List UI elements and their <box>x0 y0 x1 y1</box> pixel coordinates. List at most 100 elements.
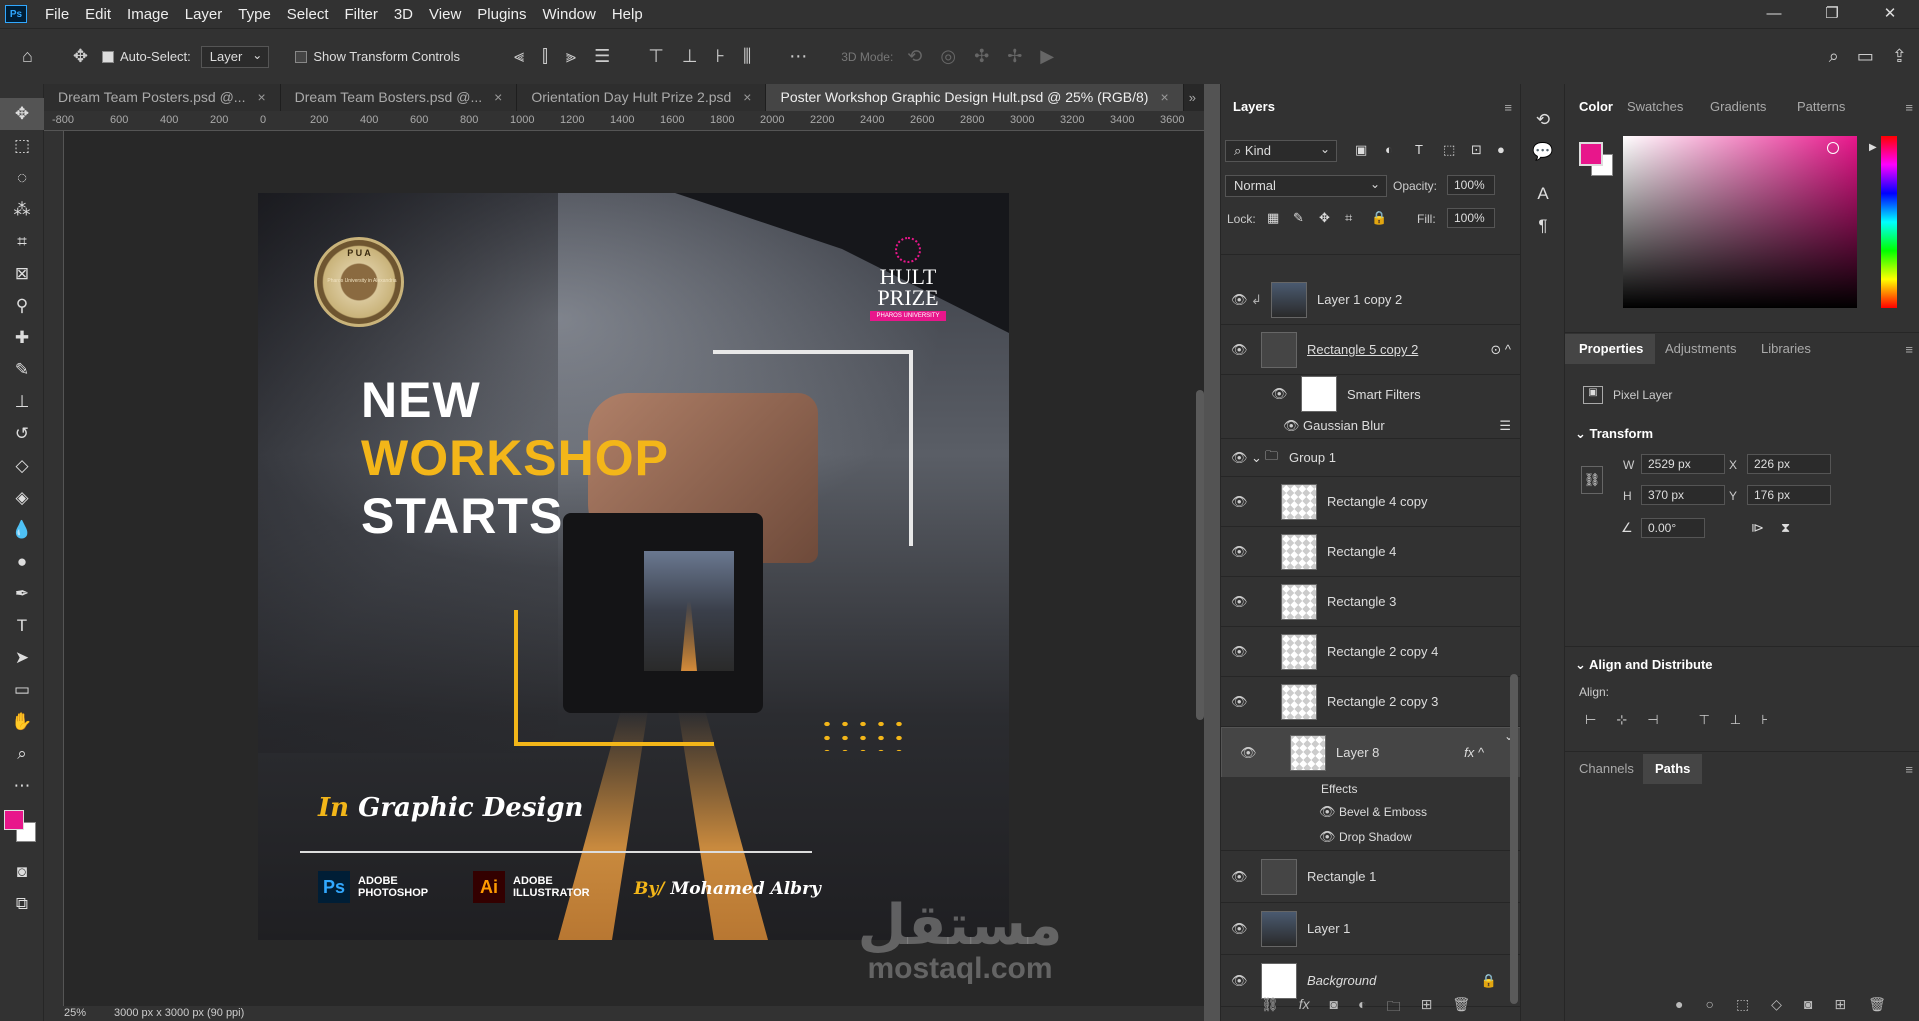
stroke-path-icon[interactable]: ○ <box>1705 996 1713 1013</box>
hue-slider[interactable] <box>1881 136 1897 308</box>
visibility-eye-icon[interactable]: 👁 <box>1319 829 1339 845</box>
tab-gradients[interactable]: Gradients <box>1698 92 1778 122</box>
rectangle-tool-icon[interactable]: ▭ <box>0 674 44 706</box>
tab-layers[interactable]: Layers <box>1221 92 1287 122</box>
search-icon[interactable]: ⌕ <box>1825 46 1843 67</box>
paint-bucket-tool-icon[interactable]: ◈ <box>0 482 44 514</box>
minimize-button[interactable]: — <box>1745 0 1803 28</box>
width-input[interactable]: 2529 px <box>1641 454 1725 474</box>
crop-tool-icon[interactable]: ⌗ <box>0 226 44 258</box>
foreground-color-swatch[interactable] <box>1579 142 1603 166</box>
align-left-icon[interactable]: ⊢ <box>1585 712 1596 728</box>
brush-tool-icon[interactable]: ✎ <box>0 354 44 386</box>
more-options-icon[interactable]: ⋯ <box>785 46 811 67</box>
fill-path-icon[interactable]: ● <box>1675 996 1683 1013</box>
magic-wand-tool-icon[interactable]: ⁂ <box>0 194 44 226</box>
hand-tool-icon[interactable]: ✋ <box>0 706 44 738</box>
tab-swatches[interactable]: Swatches <box>1615 92 1695 122</box>
align-distribute-header[interactable]: ⌄ Align and Distribute <box>1575 657 1713 673</box>
link-dimensions-icon[interactable]: ⛓ <box>1581 466 1603 494</box>
angle-input[interactable]: 0.00° <box>1641 518 1705 538</box>
height-input[interactable]: 370 px <box>1641 485 1725 505</box>
lasso-tool-icon[interactable]: ◌ <box>0 162 44 194</box>
layer-row[interactable]: 👁 Rectangle 5 copy 2 ⊙ ^ <box>1221 325 1521 375</box>
layer-row[interactable]: 👁 Rectangle 4 copy <box>1221 477 1521 527</box>
paragraph-icon[interactable]: ¶ <box>1521 210 1565 242</box>
foreground-color-swatch[interactable] <box>4 810 24 830</box>
effect-row[interactable]: 👁 Bevel & Emboss <box>1221 801 1521 823</box>
clone-stamp-tool-icon[interactable]: ⊥ <box>0 386 44 418</box>
align-middle-icon[interactable]: ⊥ <box>678 46 702 67</box>
flip-vertical-icon[interactable]: ⧗ <box>1781 520 1790 536</box>
panel-menu-icon[interactable]: ≡ <box>1905 100 1913 115</box>
align-right-icon[interactable]: ⫸ <box>562 46 580 67</box>
lock-position-icon[interactable]: ✥ <box>1319 210 1330 226</box>
move-tool-icon[interactable]: ✥ <box>0 98 44 130</box>
panel-menu-icon[interactable]: ≡ <box>1905 762 1913 777</box>
layer-filter-dropdown[interactable]: ⌕ Kind <box>1225 139 1337 162</box>
poster-artwork[interactable]: NEW WORKSHOP STARTS P U A Pharos Univers… <box>258 193 1009 940</box>
menu-3d[interactable]: 3D <box>386 6 421 23</box>
layer-row[interactable]: 👁 Layer 1 <box>1221 903 1521 955</box>
distribute-vertical-icon[interactable]: ⫼ <box>739 46 755 67</box>
history-icon[interactable]: ⟲ <box>1521 104 1565 136</box>
fx-icon[interactable]: fx ^ <box>1464 743 1484 763</box>
lock-all-icon[interactable]: 🔒 <box>1371 210 1387 226</box>
chevron-down-icon[interactable]: ⌄ <box>1251 450 1265 466</box>
frame-tool-icon[interactable]: ⊠ <box>0 258 44 290</box>
visibility-eye-icon[interactable]: 👁 <box>1319 804 1339 820</box>
filter-options-icon[interactable]: ☰ <box>1499 418 1511 434</box>
y-input[interactable]: 176 px <box>1747 485 1831 505</box>
lock-transparent-icon[interactable]: ▦ <box>1267 210 1279 226</box>
menu-help[interactable]: Help <box>604 6 651 23</box>
visibility-eye-icon[interactable]: 👁 <box>1231 921 1251 937</box>
layer-row[interactable]: 👁 Rectangle 2 copy 3 <box>1221 677 1521 727</box>
visibility-eye-icon[interactable]: 👁 <box>1231 544 1251 560</box>
align-bottom-icon[interactable]: ⊦ <box>1761 712 1768 728</box>
visibility-eye-icon[interactable]: 👁 <box>1283 418 1303 434</box>
color-picker-field[interactable] <box>1623 136 1857 308</box>
pen-tool-icon[interactable]: ✒ <box>0 578 44 610</box>
hue-slider-handle-icon[interactable]: ▶ <box>1869 142 1877 153</box>
layer-row[interactable]: 👁 Rectangle 4 <box>1221 527 1521 577</box>
share-icon[interactable]: ⇪ <box>1888 46 1911 67</box>
panel-menu-icon[interactable]: ≡ <box>1905 342 1913 357</box>
align-vcenter-icon[interactable]: ⊥ <box>1730 712 1741 728</box>
link-layers-icon[interactable]: ⛓ <box>1261 996 1279 1020</box>
visibility-eye-icon[interactable]: 👁 <box>1240 743 1260 763</box>
home-icon[interactable]: ⌂ <box>18 46 37 67</box>
flip-horizontal-icon[interactable]: ⧐ <box>1751 520 1764 536</box>
marquee-tool-icon[interactable]: ⬚ <box>0 130 44 162</box>
screen-mode-icon[interactable]: ⧉ <box>0 888 44 920</box>
add-mask-icon[interactable]: ◙ <box>1804 996 1812 1013</box>
close-icon[interactable]: × <box>494 89 502 105</box>
maximize-button[interactable]: ❐ <box>1803 0 1861 28</box>
pan-3d-icon[interactable]: ✣ <box>970 46 993 67</box>
tab-poster-workshop[interactable]: Poster Workshop Graphic Design Hult.psd … <box>766 84 1184 111</box>
menu-type[interactable]: Type <box>230 6 279 23</box>
workspace-icon[interactable]: ▭ <box>1853 46 1878 67</box>
tab-libraries[interactable]: Libraries <box>1749 334 1823 364</box>
lock-artboard-icon[interactable]: ⌗ <box>1345 210 1352 226</box>
filter-adjustment-icon[interactable]: ◐ <box>1385 142 1393 157</box>
align-top-icon[interactable]: ⊤ <box>1699 712 1710 728</box>
healing-brush-tool-icon[interactable]: ✚ <box>0 322 44 354</box>
close-icon[interactable]: × <box>743 89 751 105</box>
transform-controls-checkbox[interactable]: Show Transform Controls <box>295 49 460 64</box>
move-tool-icon[interactable]: ✥ <box>69 46 92 67</box>
blur-tool-icon[interactable]: 💧 <box>0 514 44 546</box>
tab-adjustments[interactable]: Adjustments <box>1653 334 1749 364</box>
menu-window[interactable]: Window <box>534 6 603 23</box>
auto-select-dropdown[interactable]: Layer <box>200 45 270 68</box>
align-left-icon[interactable]: ⫷ <box>510 46 528 67</box>
lock-image-icon[interactable]: ✎ <box>1293 210 1304 226</box>
filter-smart-object-icon[interactable]: ⊡ <box>1471 142 1482 158</box>
blend-mode-dropdown[interactable]: Normal <box>1225 174 1387 197</box>
new-adjustment-icon[interactable]: ◐ <box>1358 996 1366 1020</box>
comments-icon[interactable]: 💬 <box>1521 136 1565 168</box>
filter-type-icon[interactable]: T <box>1415 142 1423 157</box>
close-button[interactable]: ✕ <box>1861 0 1919 28</box>
tab-orientation-day[interactable]: Orientation Day Hult Prize 2.psd × <box>517 84 767 111</box>
eraser-tool-icon[interactable]: ◇ <box>0 450 44 482</box>
quick-mask-icon[interactable]: ◙ <box>0 856 44 888</box>
